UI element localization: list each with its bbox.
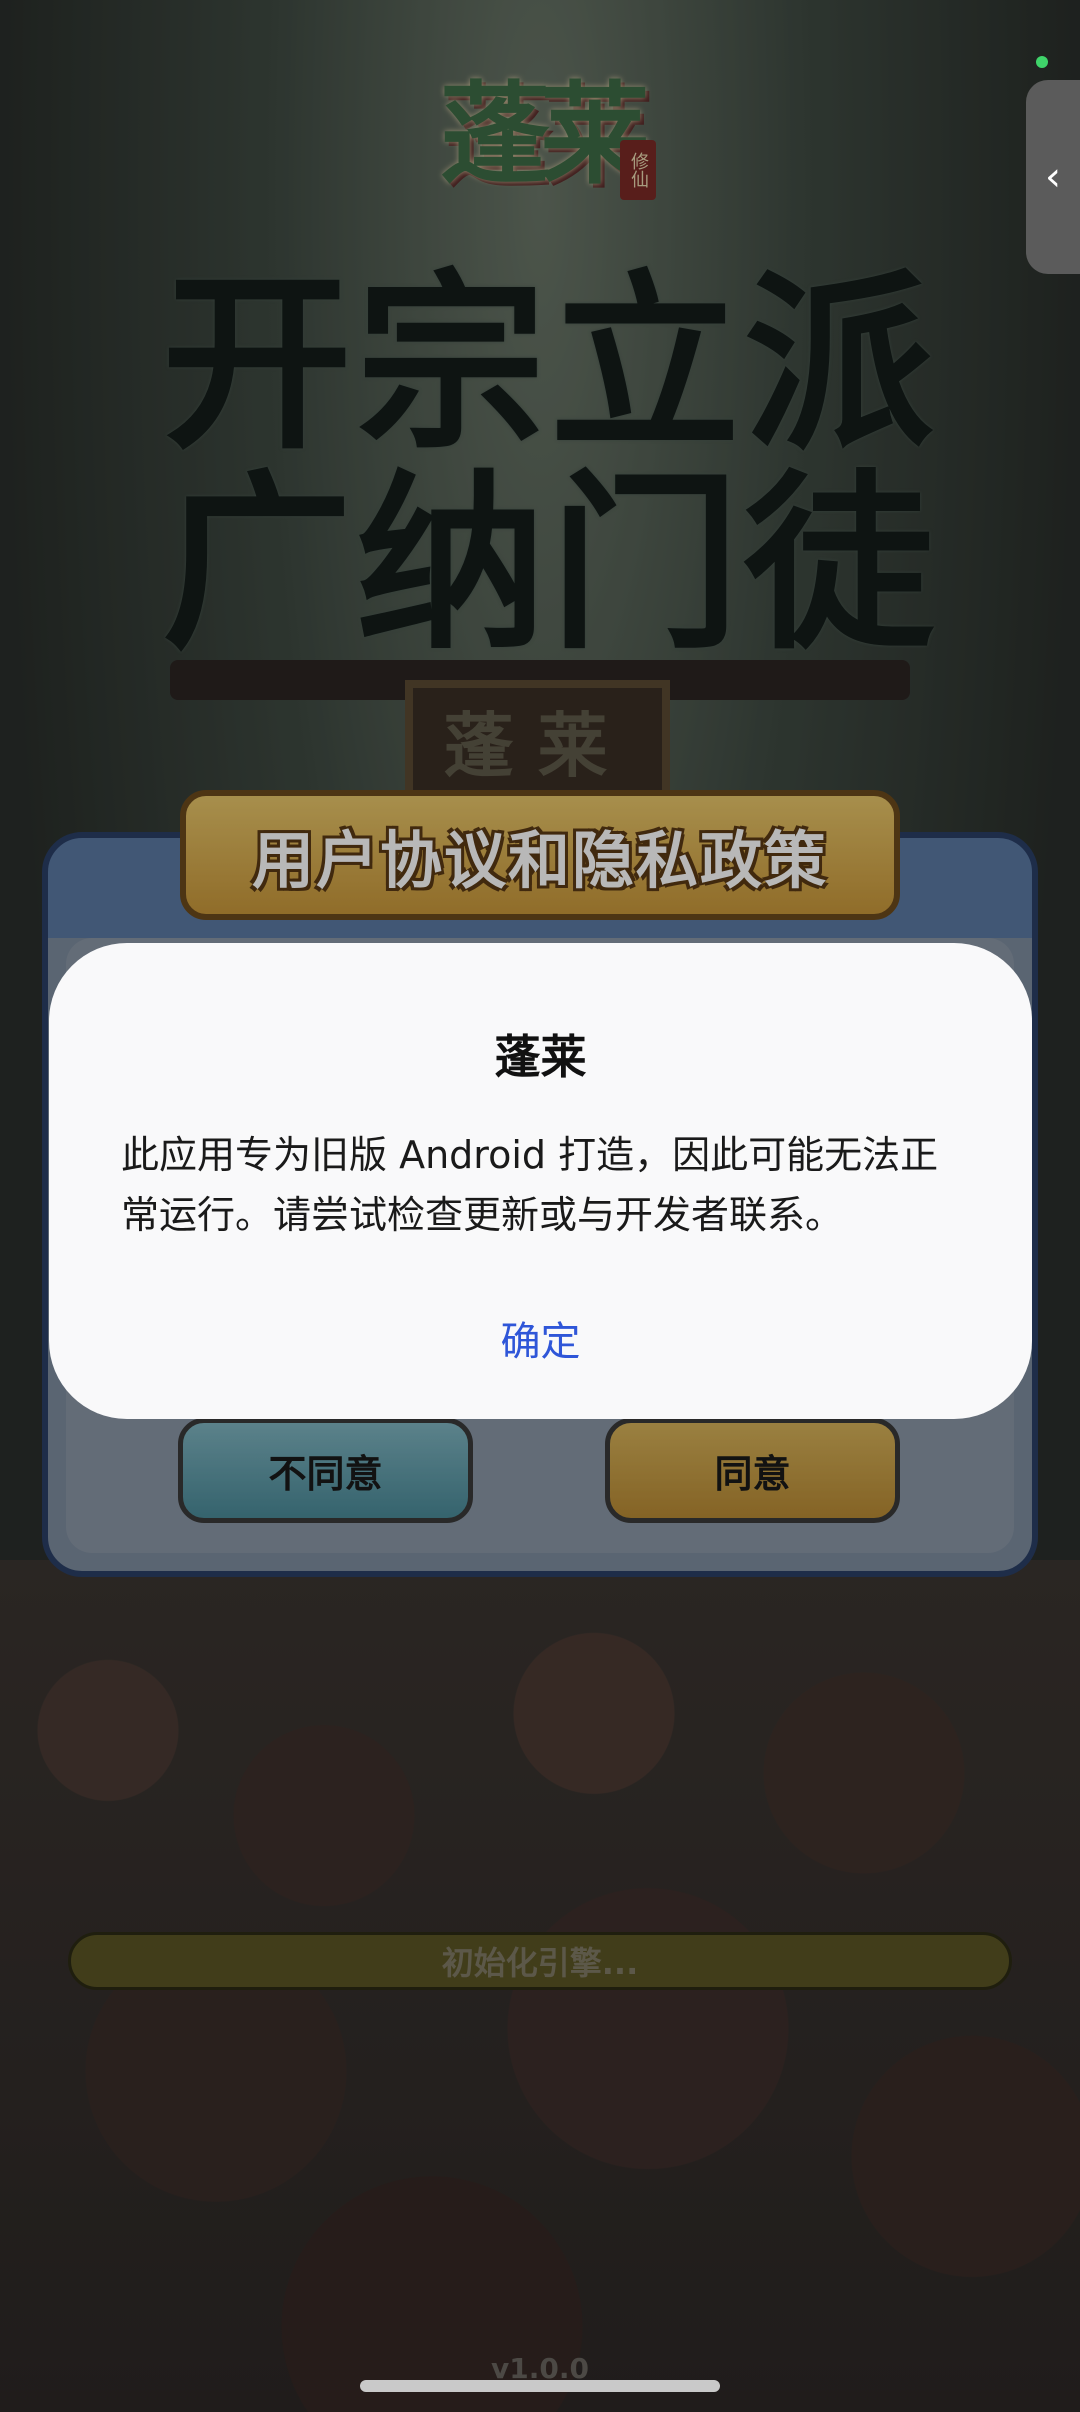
alert-confirm-button[interactable]: 确定 bbox=[49, 1307, 1032, 1377]
system-alert-dialog: 蓬莱 此应用专为旧版 Android 打造，因此可能无法正常运行。请尝试检查更新… bbox=[49, 943, 1032, 1419]
chevron-left-icon: ‹ bbox=[1045, 154, 1061, 200]
privacy-indicator-dot bbox=[1036, 56, 1048, 68]
floating-side-tab[interactable]: ‹ bbox=[1026, 80, 1080, 274]
alert-message: 此应用专为旧版 Android 打造，因此可能无法正常运行。请尝试检查更新或与开… bbox=[121, 1133, 939, 1237]
home-indicator[interactable] bbox=[360, 2380, 720, 2392]
alert-title: 蓬莱 bbox=[494, 1030, 587, 1084]
